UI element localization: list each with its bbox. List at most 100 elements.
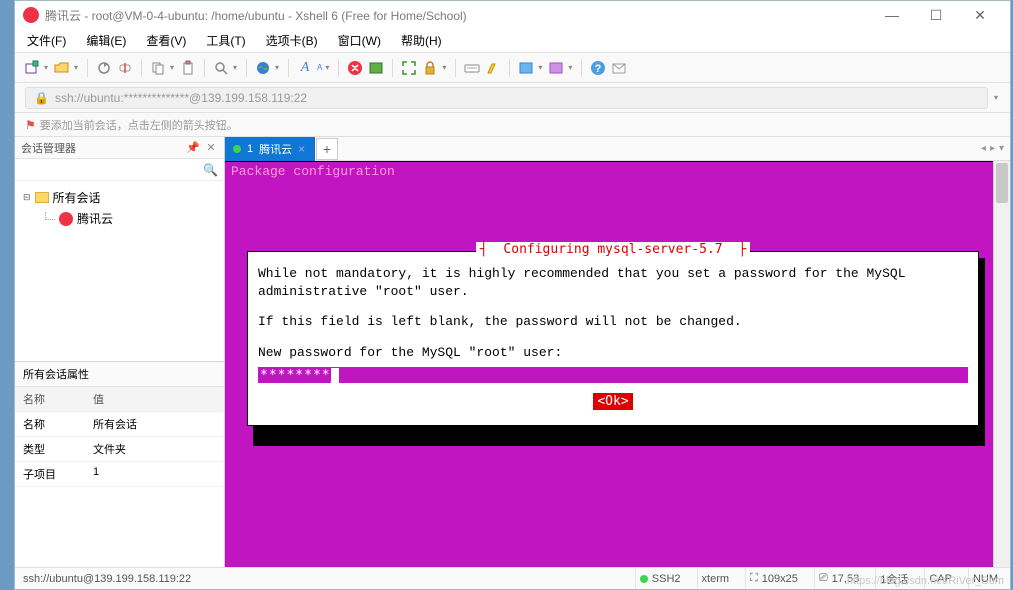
session-icon[interactable] [517,59,535,77]
globe-icon[interactable] [254,59,272,77]
reconnect-icon[interactable] [95,59,113,77]
terminal-wrap: Package configuration ┤ Configuring mysq… [225,161,1010,567]
pkg-config-header: Package configuration [225,162,401,181]
paste-icon[interactable] [179,59,197,77]
props-title: 所有会话属性 [15,362,224,387]
menu-file[interactable]: 文件(F) [23,30,70,51]
font-icon[interactable]: A [296,59,314,77]
sidebar-title: 会话管理器 [21,140,76,156]
tab-label: 腾讯云 [259,141,292,157]
status-size: 109x25 [762,573,798,585]
prop-name-value: 所有会话 [85,412,224,437]
tree-session-label: 腾讯云 [77,210,113,227]
hintbar: ⚑ 要添加当前会话，点击左侧的箭头按钮。 [15,113,1010,137]
minimize-button[interactable]: — [870,1,914,29]
open-drop[interactable]: ▾ [74,63,80,72]
session-drop[interactable]: ▾ [538,63,544,72]
sidebar-search-row: 🔍 [15,159,224,181]
addressbar: 🔒 ssh://ubuntu:**************@139.199.15… [15,83,1010,113]
tab-close-icon[interactable]: × [298,142,305,156]
prop-type-label: 类型 [15,437,85,462]
new-session-drop[interactable]: ▾ [44,63,50,72]
keyboard-icon[interactable] [463,59,481,77]
tunnels-icon[interactable] [547,59,565,77]
status-term: xterm [697,568,734,589]
address-url: ssh://ubuntu:**************@139.199.158.… [55,91,307,105]
password-input[interactable]: ********_ [258,367,968,383]
tree-root-label: 所有会话 [53,189,101,206]
conn-status-icon [640,575,648,583]
terminal[interactable]: Package configuration ┤ Configuring mysq… [225,161,994,567]
address-drop[interactable]: ▾ [994,93,1000,102]
menu-help[interactable]: 帮助(H) [397,30,446,51]
app-icon [23,7,39,23]
copy-drop[interactable]: ▾ [170,63,176,72]
toolbar: ▾ ▾ ▾ ▾ ▾ A A ▾ ▾ ▾ ▾ ? [15,53,1010,83]
highlight-icon[interactable] [484,59,502,77]
font-drop[interactable]: ▾ [325,63,331,72]
xagent-icon[interactable] [346,59,364,77]
open-icon[interactable] [53,59,71,77]
col-value: 值 [85,387,224,412]
prop-child-label: 子项目 [15,462,85,487]
tab-next-icon[interactable]: ▸ [990,143,995,154]
content-area: 1 腾讯云 × + ◂ ▸ ▾ Package configuration [225,137,1010,567]
session-tree: ⊟ 所有会话 腾讯云 [15,181,224,361]
svg-text:?: ? [595,63,602,75]
search-icon[interactable]: 🔍 [203,163,218,177]
menubar: 文件(F) 编辑(E) 查看(V) 工具(T) 选项卡(B) 窗口(W) 帮助(… [15,29,1010,53]
size-icon: ⛶ [750,572,758,585]
menu-view[interactable]: 查看(V) [142,30,190,51]
tree-collapse-icon[interactable]: ⊟ [23,192,31,203]
col-name: 名称 [15,387,85,412]
window-title: 腾讯云 - root@VM-0-4-ubuntu: /home/ubuntu -… [45,7,870,24]
new-session-icon[interactable] [23,59,41,77]
find-icon[interactable] [212,59,230,77]
tab-index: 1 [247,143,253,155]
body-layout: 会话管理器 📌 ✕ 🔍 ⊟ 所有会话 腾讯云 [15,137,1010,567]
email-icon[interactable] [610,59,628,77]
lock-small-icon: 🔒 [34,91,49,105]
tab-add-button[interactable]: + [316,138,338,160]
dialog-line1: While not mandatory, it is highly recomm… [258,265,968,300]
disconnect-icon[interactable] [116,59,134,77]
cursor-icon: ⎚ [819,572,828,585]
menu-tabs[interactable]: 选项卡(B) [262,30,322,51]
dialog-title: Configuring mysql-server-5.7 [499,242,726,257]
sidebar-properties: 所有会话属性 名称 值 名称 所有会话 类型 文件夹 子项目 1 [15,361,224,567]
sidebar: 会话管理器 📌 ✕ 🔍 ⊟ 所有会话 腾讯云 [15,137,225,567]
copy-icon[interactable] [149,59,167,77]
globe-drop[interactable]: ▾ [275,63,281,72]
prop-name-label: 名称 [15,412,85,437]
ok-button[interactable]: <Ok> [258,393,968,411]
status-conn: ssh://ubuntu@139.199.158.119:22 [23,573,191,585]
tunnels-drop[interactable]: ▾ [568,63,574,72]
menu-edit[interactable]: 编辑(E) [82,30,130,51]
tree-root[interactable]: ⊟ 所有会话 [23,187,216,208]
session-icon-small [59,212,73,226]
connection-dot-icon [233,145,241,153]
maximize-button[interactable]: ☐ [914,1,958,29]
menu-window[interactable]: 窗口(W) [334,30,385,51]
terminal-scrollbar[interactable] [994,161,1010,567]
watermark: https://blog.csdn.net/RiVer_Sum [847,575,1004,587]
lock-drop[interactable]: ▾ [442,63,448,72]
panel-close-icon[interactable]: ✕ [204,141,218,155]
close-button[interactable]: ✕ [958,1,1002,29]
window-controls: — ☐ ✕ [870,1,1002,29]
lock-icon[interactable] [421,59,439,77]
dialog-line3: New password for the MySQL "root" user: [258,344,968,362]
tree-session[interactable]: 腾讯云 [23,208,216,229]
prop-child-value: 1 [85,462,224,487]
help-icon[interactable]: ? [589,59,607,77]
find-drop[interactable]: ▾ [233,63,239,72]
pin-icon[interactable]: 📌 [186,141,200,155]
menu-tools[interactable]: 工具(T) [202,30,249,51]
tab-active[interactable]: 1 腾讯云 × [225,137,315,161]
tab-menu-icon[interactable]: ▾ [999,143,1004,154]
tab-prev-icon[interactable]: ◂ [981,143,986,154]
fullscreen-icon[interactable] [400,59,418,77]
scroll-thumb[interactable] [996,163,1008,203]
address-input[interactable]: 🔒 ssh://ubuntu:**************@139.199.15… [25,87,988,109]
xftp-icon[interactable] [367,59,385,77]
